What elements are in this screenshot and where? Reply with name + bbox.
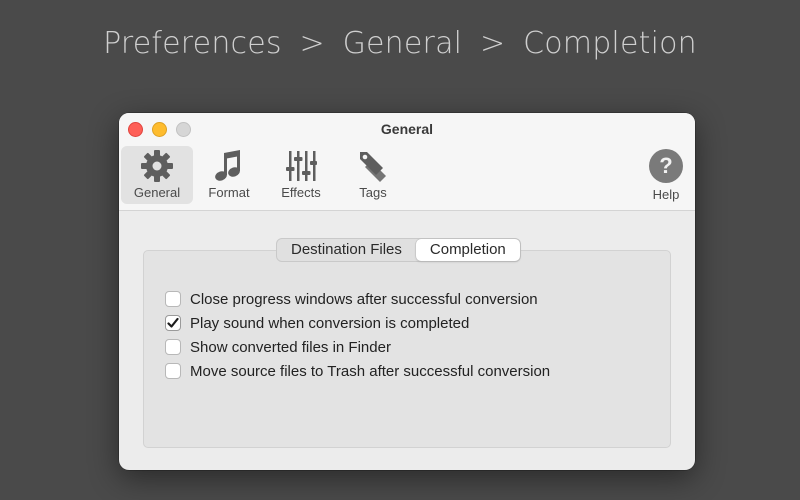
heading-part-preferences: Preferences [103, 26, 282, 61]
toolbar-item-label: General [133, 185, 181, 200]
heading-part-general: General [342, 26, 463, 61]
page-heading: Preferences > General > Completion [0, 26, 800, 61]
option-move-to-trash[interactable]: Move source files to Trash after success… [165, 359, 550, 383]
completion-options: Close progress windows after successful … [165, 287, 550, 383]
checkbox[interactable] [165, 363, 181, 379]
preferences-window: General General Format Effects Tags ? He… [119, 113, 695, 470]
toolbar-item-effects[interactable]: Effects [265, 146, 337, 204]
heading-part-completion: Completion [523, 26, 697, 61]
gear-icon [137, 148, 177, 184]
tab-destination-files[interactable]: Destination Files [277, 239, 416, 261]
option-label: Show converted files in Finder [190, 338, 391, 356]
window-title: General [380, 121, 434, 137]
help-icon: ? [649, 149, 683, 183]
checkmark-icon [167, 317, 179, 328]
checkbox[interactable] [165, 291, 181, 307]
option-play-sound[interactable]: Play sound when conversion is completed [165, 311, 550, 335]
toolbar-item-label: Tags [359, 185, 387, 200]
checkbox[interactable] [165, 339, 181, 355]
option-label: Play sound when conversion is completed [190, 314, 470, 332]
option-close-progress-windows[interactable]: Close progress windows after successful … [165, 287, 550, 311]
preferences-content: Destination Files Completion Close progr… [119, 211, 695, 470]
sliders-icon [281, 148, 321, 184]
toolbar-item-general[interactable]: General [121, 146, 193, 204]
toolbar-item-label: Help [652, 187, 680, 202]
toolbar-item-label: Effects [281, 185, 321, 200]
option-label: Move source files to Trash after success… [190, 362, 551, 380]
window-titlebar: General General Format Effects Tags ? He… [119, 113, 695, 211]
toolbar-item-format[interactable]: Format [193, 146, 265, 204]
heading-separator: > [299, 26, 325, 61]
option-label: Close progress windows after successful … [190, 290, 538, 308]
preferences-toolbar: General Format Effects Tags [121, 146, 409, 204]
toolbar-item-tags[interactable]: Tags [337, 146, 409, 204]
music-note-icon [209, 148, 249, 184]
heading-separator: > [479, 26, 506, 61]
toolbar-item-help[interactable]: ? Help [637, 146, 695, 204]
option-show-in-finder[interactable]: Show converted files in Finder [165, 335, 550, 359]
tab-completion[interactable]: Completion [415, 239, 520, 261]
toolbar-item-label: Format [208, 185, 250, 200]
tag-icon [353, 148, 393, 184]
checkbox[interactable] [165, 315, 181, 331]
tab-bar: Destination Files Completion [276, 238, 521, 262]
